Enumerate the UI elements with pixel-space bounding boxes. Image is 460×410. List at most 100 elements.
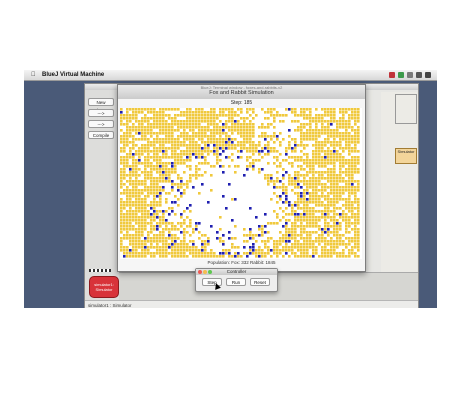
rabbit-cell bbox=[186, 147, 189, 150]
rabbit-cell bbox=[294, 138, 297, 141]
rabbit-cell bbox=[324, 219, 327, 222]
rabbit-cell bbox=[351, 180, 354, 183]
rabbit-cell bbox=[153, 201, 156, 204]
rabbit-cell bbox=[159, 246, 162, 249]
apple-menu-icon[interactable]:  bbox=[31, 70, 36, 80]
rabbit-cell bbox=[180, 195, 183, 198]
close-icon[interactable] bbox=[198, 270, 202, 274]
rabbit-cell bbox=[354, 213, 357, 216]
zoom-icon[interactable] bbox=[208, 270, 212, 274]
rabbit-cell bbox=[345, 207, 348, 210]
rabbit-cell bbox=[168, 243, 171, 246]
rabbit-cell bbox=[279, 114, 282, 117]
rabbit-cell bbox=[288, 249, 291, 252]
rabbit-cell bbox=[315, 177, 318, 180]
rabbit-cell bbox=[279, 249, 282, 252]
rabbit-cell bbox=[171, 207, 174, 210]
rabbit-cell bbox=[339, 228, 342, 231]
rabbit-cell bbox=[306, 144, 309, 147]
app-name-menu[interactable]: BlueJ Virtual Machine bbox=[42, 70, 104, 80]
rabbit-cell bbox=[132, 114, 135, 117]
rabbit-cell bbox=[294, 174, 297, 177]
rabbit-cell bbox=[150, 243, 153, 246]
uses-arrow-button[interactable]: ---> bbox=[88, 109, 114, 117]
minimize-icon[interactable] bbox=[203, 270, 207, 274]
fox-cell bbox=[177, 189, 180, 192]
reset-button[interactable]: Reset bbox=[250, 278, 270, 286]
rabbit-cell bbox=[285, 186, 288, 189]
rabbit-cell bbox=[282, 210, 285, 213]
simulator-class-box[interactable]: Simulator bbox=[395, 148, 417, 164]
rabbit-cell bbox=[357, 213, 360, 216]
rabbit-cell bbox=[150, 141, 153, 144]
rabbit-cell bbox=[324, 132, 327, 135]
rabbit-cell bbox=[243, 120, 246, 123]
rabbit-cell bbox=[315, 216, 318, 219]
rabbit-cell bbox=[129, 171, 132, 174]
rabbit-cell bbox=[309, 192, 312, 195]
rabbit-cell bbox=[309, 138, 312, 141]
rabbit-cell bbox=[150, 135, 153, 138]
fox-cell bbox=[207, 144, 210, 147]
rabbit-cell bbox=[129, 201, 132, 204]
fox-cell bbox=[288, 240, 291, 243]
rabbit-cell bbox=[312, 153, 315, 156]
rabbit-cell bbox=[306, 201, 309, 204]
rabbit-cell bbox=[141, 111, 144, 114]
rabbit-cell bbox=[279, 165, 282, 168]
rabbit-cell bbox=[342, 156, 345, 159]
rabbit-cell bbox=[348, 168, 351, 171]
rabbit-cell bbox=[150, 180, 153, 183]
rabbit-cell bbox=[273, 150, 276, 153]
controller-title-bar[interactable]: Controller bbox=[196, 269, 277, 275]
inherits-arrow-button[interactable]: ---> bbox=[88, 120, 114, 128]
rabbit-cell bbox=[159, 132, 162, 135]
class-box[interactable] bbox=[395, 94, 417, 124]
rabbit-cell bbox=[165, 153, 168, 156]
rabbit-cell bbox=[306, 243, 309, 246]
fox-cell bbox=[294, 213, 297, 216]
rabbit-cell bbox=[249, 108, 252, 111]
rabbit-cell bbox=[231, 255, 234, 258]
rabbit-cell bbox=[189, 219, 192, 222]
rabbit-cell bbox=[156, 243, 159, 246]
rabbit-cell bbox=[318, 141, 321, 144]
wifi-icon[interactable] bbox=[416, 72, 422, 78]
rabbit-cell bbox=[168, 237, 171, 240]
red-app-icon[interactable] bbox=[389, 72, 395, 78]
fox-cell bbox=[222, 195, 225, 198]
rabbit-cell bbox=[123, 249, 126, 252]
rabbit-cell bbox=[306, 189, 309, 192]
rabbit-cell bbox=[144, 195, 147, 198]
green-app-icon[interactable] bbox=[398, 72, 404, 78]
fox-cell bbox=[156, 228, 159, 231]
rabbit-cell bbox=[153, 159, 156, 162]
simulator-object[interactable]: simulator1: Simulator bbox=[89, 276, 119, 298]
run-button[interactable]: Run bbox=[226, 278, 246, 286]
rabbit-cell bbox=[252, 252, 255, 255]
sync-icon[interactable] bbox=[407, 72, 413, 78]
fox-cell bbox=[150, 213, 153, 216]
rabbit-cell bbox=[165, 129, 168, 132]
rabbit-cell bbox=[198, 252, 201, 255]
rabbit-cell bbox=[309, 222, 312, 225]
rabbit-cell bbox=[342, 204, 345, 207]
rabbit-cell bbox=[120, 198, 123, 201]
compile-button[interactable]: Compile bbox=[88, 131, 114, 139]
rabbit-cell bbox=[165, 126, 168, 129]
fox-cell bbox=[324, 156, 327, 159]
rabbit-cell bbox=[306, 210, 309, 213]
rabbit-cell bbox=[156, 234, 159, 237]
new-class-button[interactable]: New Class... bbox=[88, 98, 114, 113]
rabbit-cell bbox=[159, 147, 162, 150]
simulation-title-bar[interactable]: BlueJ: Terminal window - foxes-and-rabbi… bbox=[118, 85, 365, 99]
rabbit-cell bbox=[354, 171, 357, 174]
fox-cell bbox=[225, 147, 228, 150]
battery-icon[interactable] bbox=[425, 72, 431, 78]
rabbit-cell bbox=[147, 126, 150, 129]
rabbit-cell bbox=[153, 195, 156, 198]
rabbit-cell bbox=[300, 180, 303, 183]
rabbit-cell bbox=[339, 240, 342, 243]
rabbit-cell bbox=[348, 252, 351, 255]
rabbit-cell bbox=[315, 201, 318, 204]
